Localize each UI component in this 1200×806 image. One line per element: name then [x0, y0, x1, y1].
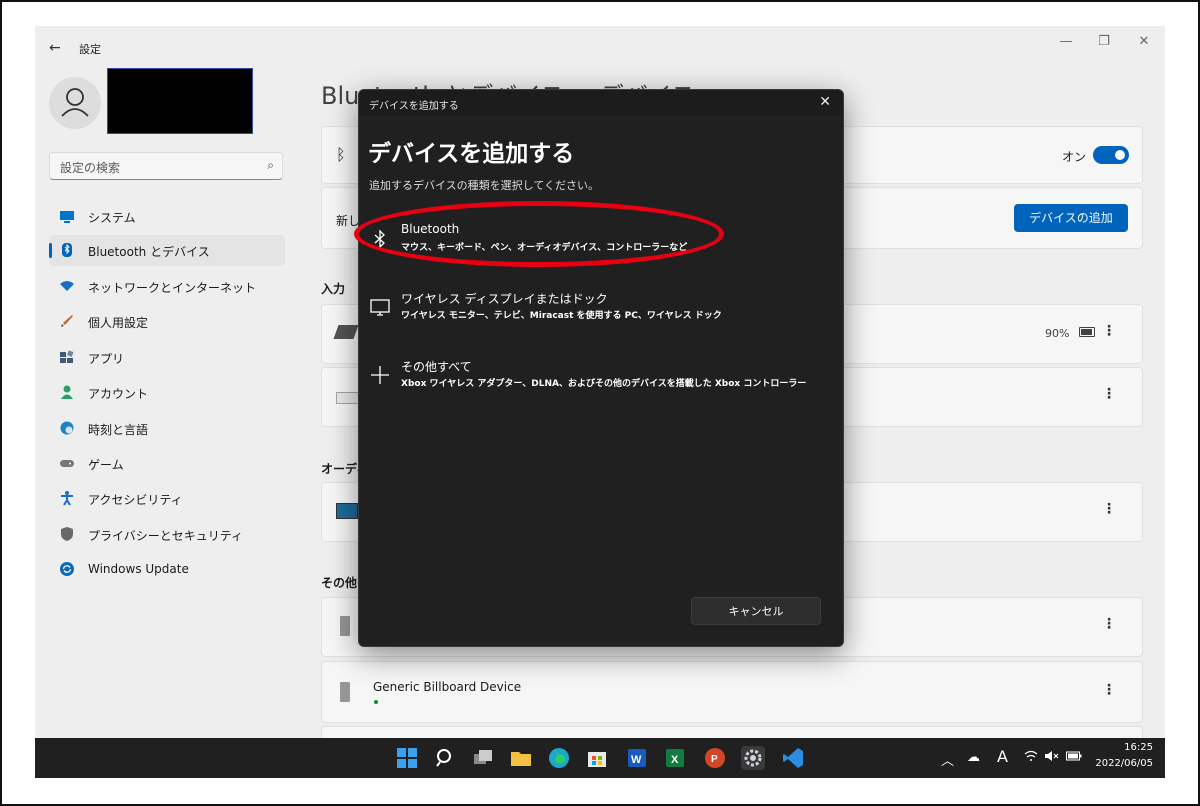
excel-icon[interactable]: X: [663, 746, 687, 770]
svg-text:P: P: [711, 754, 718, 765]
option-description: ワイヤレス モニター、テレビ、Miracast を使用する PC、ワイヤレス ド…: [401, 311, 722, 321]
highlight-ellipse: [354, 201, 724, 267]
clock-time[interactable]: 16:25: [1093, 742, 1153, 753]
clock-date[interactable]: 2022/06/05: [1081, 758, 1153, 769]
taskbar: W X P ︿ ☁ A 16:25 2022/06/05: [35, 738, 1165, 778]
dialog-window-title: デバイスを追加する: [369, 101, 459, 112]
edge-icon[interactable]: [547, 746, 571, 770]
dialog-titlebar: デバイスを追加する ✕: [359, 90, 843, 116]
dialog-subtitle: 追加するデバイスの種類を選択してください。: [369, 179, 600, 192]
ime-indicator[interactable]: A: [997, 747, 1008, 766]
add-device-dialog: デバイスを追加する ✕ デバイスを追加する 追加するデバイスの種類を選択してくだ…: [358, 89, 844, 647]
wifi-icon[interactable]: [1024, 750, 1038, 766]
settings-icon[interactable]: [741, 746, 765, 770]
option-everything-else[interactable]: その他すべて Xbox ワイヤレス アダプター、DLNA、およびその他のデバイス…: [359, 354, 843, 398]
display-icon: [369, 296, 391, 318]
powerpoint-icon[interactable]: P: [703, 746, 727, 770]
store-icon[interactable]: [585, 746, 609, 770]
search-icon[interactable]: [433, 746, 457, 770]
dialog-heading: デバイスを追加する: [368, 141, 575, 167]
plus-icon: [369, 364, 391, 386]
option-description: Xbox ワイヤレス アダプター、DLNA、およびその他のデバイスを搭載した X…: [401, 379, 807, 389]
option-wireless-display[interactable]: ワイヤレス ディスプレイまたはドック ワイヤレス モニター、テレビ、Miraca…: [359, 286, 843, 330]
file-explorer-icon[interactable]: [509, 746, 533, 770]
battery-icon[interactable]: [1066, 750, 1082, 765]
chevron-up-icon[interactable]: ︿: [941, 750, 954, 769]
speaker-muted-icon[interactable]: [1044, 750, 1060, 766]
onedrive-icon[interactable]: ☁: [967, 750, 980, 765]
option-title: その他すべて: [401, 360, 472, 374]
start-icon[interactable]: [395, 746, 419, 770]
vscode-icon[interactable]: [781, 746, 805, 770]
option-title: ワイヤレス ディスプレイまたはドック: [401, 292, 608, 306]
word-icon[interactable]: W: [625, 746, 649, 770]
task-view-icon[interactable]: [471, 746, 495, 770]
cancel-button[interactable]: キャンセル: [691, 597, 821, 625]
close-icon[interactable]: ✕: [819, 94, 831, 110]
svg-text:X: X: [671, 754, 679, 766]
svg-text:W: W: [631, 754, 642, 766]
